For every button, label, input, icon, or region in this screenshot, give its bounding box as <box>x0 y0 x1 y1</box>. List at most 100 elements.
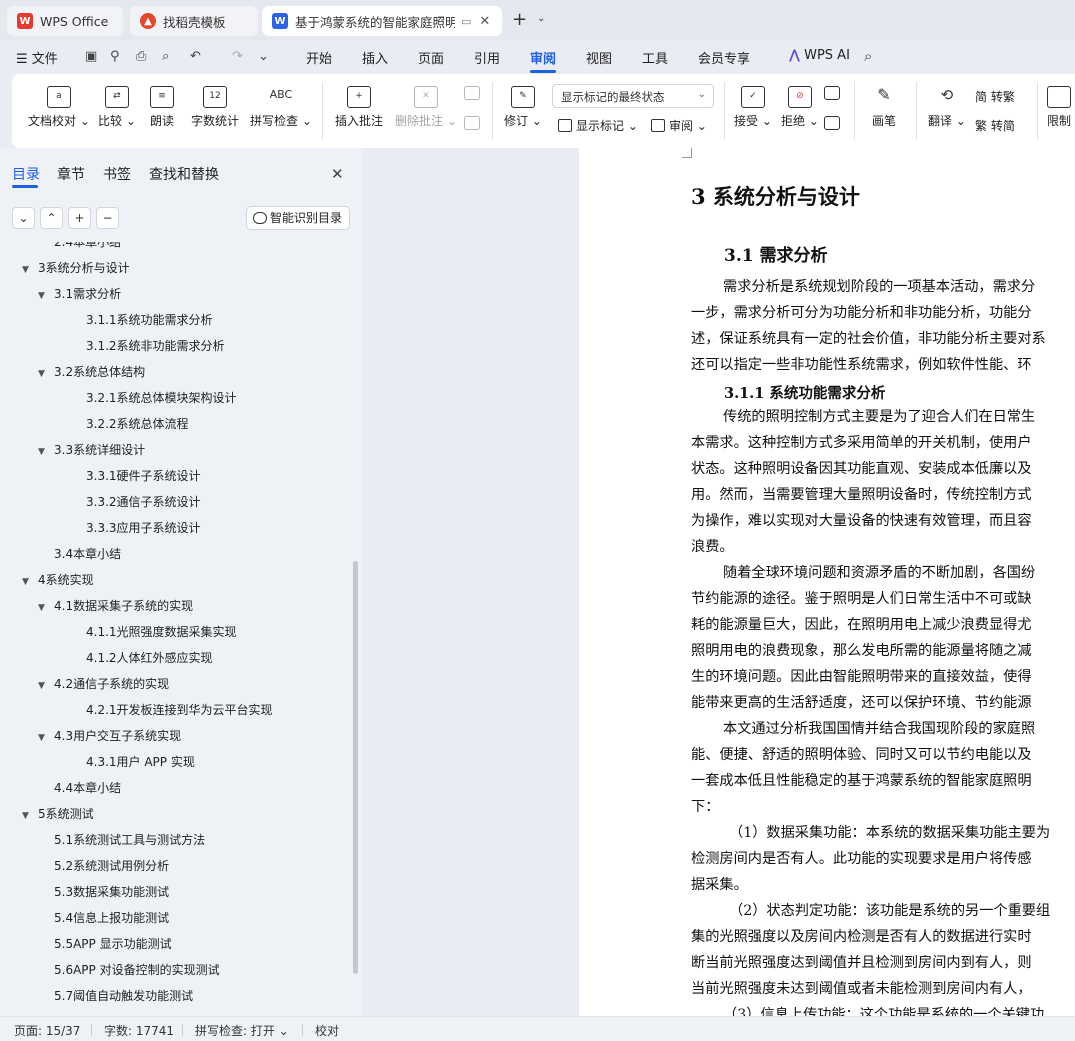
review-pane-button[interactable]: 审阅 ⌄ <box>651 117 707 134</box>
expand-triangle-icon[interactable]: ▼ <box>38 681 54 691</box>
proofread-indicator[interactable]: 校对 <box>315 1022 339 1039</box>
expand-triangle-icon[interactable]: ▼ <box>22 811 38 821</box>
toc-item[interactable]: ▼ 4.1数据采集子系统的实现 <box>38 597 193 614</box>
translate-button[interactable]: ⟲ 翻译 ⌄ <box>928 86 966 129</box>
expand-triangle-icon[interactable]: ▼ <box>38 447 54 457</box>
share-icon[interactable]: ⚲ <box>110 49 120 64</box>
toc-item[interactable]: 5.7阈值自动触发功能测试 <box>54 987 193 1004</box>
toc-item[interactable]: ▼ 4.3用户交互子系统实现 <box>38 727 181 744</box>
expand-triangle-icon[interactable]: ▼ <box>38 733 54 743</box>
word-count-indicator[interactable]: 字数: 17741 <box>104 1022 174 1039</box>
print-preview-icon[interactable]: ⌕ <box>162 49 169 64</box>
reject-button[interactable]: ⊘ 拒绝 ⌄ <box>781 86 819 129</box>
page-indicator[interactable]: 页面: 15/37 <box>14 1022 80 1039</box>
tab-find-replace[interactable]: 查找和替换 <box>149 164 219 184</box>
toc-item[interactable]: ▼ 4系统实现 <box>22 571 94 588</box>
spell-check-button[interactable]: ABC 拼写检查 ⌄ <box>250 86 312 129</box>
window-icon[interactable]: ▭ <box>461 15 471 28</box>
to-simplified-button[interactable]: 繁 转简 <box>975 117 1015 134</box>
close-icon[interactable]: ✕ <box>479 14 490 29</box>
toc-item[interactable]: 5.1系统测试工具与测试方法 <box>54 831 205 848</box>
toc-item[interactable]: 5.6APP 对设备控制的实现测试 <box>54 961 220 978</box>
insert-comment-button[interactable]: + 插入批注 <box>335 86 383 129</box>
toc-item[interactable]: ▼ 3系统分析与设计 <box>22 259 130 276</box>
toc-item[interactable]: 5.2系统测试用例分析 <box>54 857 169 874</box>
smart-toc-button[interactable]: 智能识别目录 <box>246 206 350 230</box>
toc-item[interactable]: 3.1.2系统非功能需求分析 <box>86 337 225 354</box>
save-icon[interactable]: ▣ <box>85 49 97 64</box>
toc-item[interactable]: ▼ 4.2通信子系统的实现 <box>38 675 169 692</box>
show-markup-button[interactable]: 显示标记 ⌄ <box>558 117 638 134</box>
menu-review[interactable]: 审阅 <box>530 48 556 67</box>
toc-item[interactable]: ▼ 3.3系统详细设计 <box>38 441 145 458</box>
prev-change-button[interactable] <box>824 86 840 104</box>
toc-item[interactable]: 2.4本章小结 <box>54 242 121 250</box>
collapse-all-button[interactable]: ⌄ <box>12 207 35 229</box>
expand-up-button[interactable]: ⌃ <box>40 207 63 229</box>
expand-triangle-icon[interactable]: ▼ <box>38 369 54 379</box>
tab-template-store[interactable]: ▲ 找稻壳模板 <box>130 6 258 36</box>
toc-item[interactable]: 4.4本章小结 <box>54 779 121 796</box>
prev-comment-button[interactable] <box>464 86 480 104</box>
toc-item[interactable]: 3.3.3应用子系统设计 <box>86 519 201 536</box>
print-icon[interactable]: ⎙ <box>136 49 146 64</box>
toc-item[interactable]: 3.1.1系统功能需求分析 <box>86 311 213 328</box>
next-comment-button[interactable] <box>464 116 480 134</box>
expand-triangle-icon[interactable]: ▼ <box>38 603 54 613</box>
tab-toc[interactable]: 目录 <box>12 164 40 184</box>
remove-heading-button[interactable]: − <box>96 207 119 229</box>
toc-item[interactable]: 4.3.1用户 APP 实现 <box>86 753 195 770</box>
tab-document[interactable]: W 基于鸿蒙系统的智能家庭照明系 ▭ ✕ <box>262 6 502 36</box>
next-change-button[interactable] <box>824 116 840 134</box>
tab-wps-office[interactable]: W WPS Office <box>7 6 123 36</box>
menu-view[interactable]: 视图 <box>586 48 612 67</box>
tab-chapters[interactable]: 章节 <box>57 164 85 184</box>
restrict-editing-button[interactable]: 限制 <box>1047 86 1071 129</box>
toc-item[interactable]: 3.4本章小结 <box>54 545 121 562</box>
redo-icon[interactable]: ↷ <box>232 49 243 64</box>
file-menu[interactable]: ☰ 文件 <box>16 48 58 67</box>
new-tab-icon[interactable]: + <box>512 9 527 30</box>
expand-triangle-icon[interactable]: ▼ <box>22 265 38 275</box>
menu-page[interactable]: 页面 <box>418 48 444 67</box>
wps-ai-button[interactable]: ⋀ WPS AI <box>789 48 850 63</box>
menu-tools[interactable]: 工具 <box>642 48 668 67</box>
toc-item[interactable]: 4.1.2人体红外感应实现 <box>86 649 213 666</box>
track-changes-button[interactable]: ✎ 修订 ⌄ <box>504 86 542 129</box>
spell-check-indicator[interactable]: 拼写检查: 打开 ⌄ <box>195 1022 289 1039</box>
markup-mode-select[interactable]: 显示标记的最终状态 ⌄ <box>552 84 714 108</box>
toc-item[interactable]: ▼ 3.2系统总体结构 <box>38 363 145 380</box>
close-icon[interactable]: ✕ <box>331 165 344 183</box>
sidebar-scrollbar[interactable] <box>353 561 358 974</box>
toc-item[interactable]: 4.1.1光照强度数据采集实现 <box>86 623 237 640</box>
menu-start[interactable]: 开始 <box>306 48 332 67</box>
menu-member[interactable]: 会员专享 <box>698 48 750 67</box>
toc-item[interactable]: 3.2.2系统总体流程 <box>86 415 189 432</box>
toc-item[interactable]: ▼ 3.1需求分析 <box>38 285 121 302</box>
add-heading-button[interactable]: + <box>68 207 91 229</box>
document-page[interactable]: 3 系统分析与设计 3.1 需求分析 需求分析是系统规划阶段的一项基本活动，需求分一… <box>579 148 1075 1016</box>
word-count-button[interactable]: 12 字数统计 <box>191 86 239 129</box>
toc-item[interactable]: 5.5APP 显示功能测试 <box>54 935 172 952</box>
toc-item[interactable]: 4.2.1开发板连接到华为云平台实现 <box>86 701 273 718</box>
toc-item[interactable]: 5.4信息上报功能测试 <box>54 909 169 926</box>
menu-reference[interactable]: 引用 <box>474 48 500 67</box>
ink-button[interactable]: ✎ 画笔 <box>872 86 896 129</box>
tab-bookmarks[interactable]: 书签 <box>103 164 131 184</box>
delete-comment-button[interactable]: ✕ 删除批注 ⌄ <box>395 86 457 129</box>
expand-triangle-icon[interactable]: ▼ <box>22 577 38 587</box>
toc-item[interactable]: 3.2.1系统总体模块架构设计 <box>86 389 237 406</box>
chevron-down-icon[interactable]: ⌄ <box>537 13 545 24</box>
search-icon[interactable]: ⌕ <box>864 47 872 65</box>
toc-item[interactable]: 3.3.2通信子系统设计 <box>86 493 201 510</box>
read-aloud-button[interactable]: ≡ 朗读 <box>150 86 174 129</box>
compare-button[interactable]: ⇄ 比较 ⌄ <box>98 86 136 129</box>
toc-item[interactable]: 5.3数据采集功能测试 <box>54 883 169 900</box>
expand-triangle-icon[interactable]: ▼ <box>38 291 54 301</box>
to-traditional-button[interactable]: 简 转繁 <box>975 88 1015 105</box>
doc-check-button[interactable]: a 文档校对 ⌄ <box>28 86 90 129</box>
more-chevron-icon[interactable]: ⌄ <box>258 49 269 64</box>
accept-button[interactable]: ✓ 接受 ⌄ <box>734 86 772 129</box>
menu-insert[interactable]: 插入 <box>362 48 388 67</box>
toc-item[interactable]: 3.3.1硬件子系统设计 <box>86 467 201 484</box>
